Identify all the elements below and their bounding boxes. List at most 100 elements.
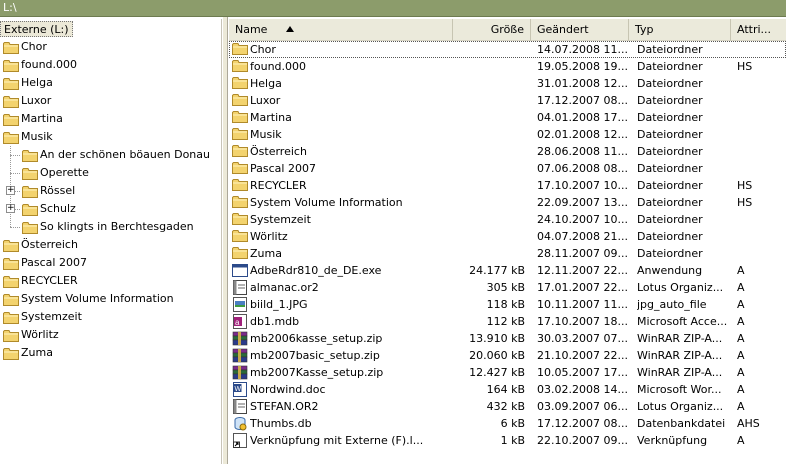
pane-splitter[interactable] [222, 17, 228, 464]
tree-item-found-000[interactable]: found.000 [0, 56, 221, 74]
file-attributes: A [737, 332, 745, 345]
file-row[interactable]: Chor 14.07.2008 11... Dateiordner [229, 41, 786, 58]
file-row[interactable]: a db1.mdb 112 kB 17.10.2007 18... Microsoft … [229, 313, 786, 330]
file-attributes: HS [737, 196, 753, 209]
tree-item-pascal-2007[interactable]: Pascal 2007 [0, 254, 221, 272]
folder-icon [232, 109, 248, 126]
folder-tree[interactable]: Externe (L:) Chor found.000 Helga Luxor Mart… [0, 19, 222, 464]
file-attributes: A [737, 281, 745, 294]
tree-item-luxor[interactable]: Luxor [0, 92, 221, 110]
file-modified: 28.11.2007 09... [537, 247, 628, 260]
svg-text:W: W [235, 386, 242, 393]
folder-icon [3, 347, 19, 360]
access-icon: a [232, 313, 248, 330]
column-header-size[interactable]: Größe [453, 19, 531, 41]
folder-icon [3, 113, 19, 126]
column-header-name[interactable]: Name [229, 19, 453, 41]
file-name: Österreich [250, 145, 307, 158]
column-header-attributes[interactable]: Attri... [731, 19, 786, 41]
file-row[interactable]: mb2007basic_setup.zip 20.060 kB 21.10.2007… [229, 347, 786, 364]
file-row[interactable]: Luxor 17.12.2007 08... Dateiordner [229, 92, 786, 109]
tree-item-zuma[interactable]: Zuma [0, 344, 221, 362]
tree-item-an-der-schönen-böauen-donau[interactable]: An der schönen böauen Donau [0, 146, 221, 164]
file-name: db1.mdb [250, 315, 300, 328]
file-name: Pascal 2007 [250, 162, 316, 175]
tree-root-drive[interactable]: Externe (L:) [0, 21, 73, 37]
tree-item-system-volume-information[interactable]: System Volume Information [0, 290, 221, 308]
tree-item-label: found.000 [21, 58, 78, 71]
tree-item-rössel[interactable]: Rössel + [0, 182, 221, 200]
file-row[interactable]: mb2007Kasse_setup.zip 12.427 kB 10.05.2007… [229, 364, 786, 381]
file-modified: 17.10.2007 18... [537, 315, 628, 328]
file-row[interactable]: W Nordwind.doc 164 kB 03.02.2008 14... Micro… [229, 381, 786, 398]
file-attributes: A [737, 349, 745, 362]
file-row[interactable]: System Volume Information 22.09.2007 13..… [229, 194, 786, 211]
column-header-modified-label: Geändert [537, 23, 589, 36]
tree-item-label: Österreich [21, 238, 78, 251]
column-header-modified[interactable]: Geändert [531, 19, 629, 41]
file-modified: 21.10.2007 22... [537, 349, 628, 362]
folder-icon [22, 203, 38, 216]
tree-item-so-klingts-in-berchtesgaden[interactable]: So klingts in Berchtesgaden [0, 218, 221, 236]
folder-icon [232, 126, 248, 143]
tree-item-chor[interactable]: Chor [0, 38, 221, 56]
file-modified: 28.06.2008 11... [537, 145, 628, 158]
file-row[interactable]: Österreich 28.06.2008 11... Dateiordner [229, 143, 786, 160]
file-row[interactable]: Verknüpfung mit Externe (F).l... 1 kB 22.1… [229, 432, 786, 449]
file-modified: 22.09.2007 13... [537, 196, 628, 209]
file-row[interactable]: Wörlitz 04.07.2008 21... Dateiordner [229, 228, 786, 245]
folder-icon [232, 41, 248, 58]
file-row[interactable]: Zuma 28.11.2007 09... Dateiordner [229, 245, 786, 262]
file-row[interactable]: Helga 31.01.2008 12... Dateiordner [229, 75, 786, 92]
file-type: Dateiordner [637, 247, 703, 260]
file-name: found.000 [250, 60, 307, 73]
file-row[interactable]: Musik 02.01.2008 12... Dateiordner [229, 126, 786, 143]
file-attributes: A [737, 400, 745, 413]
file-name: Chor [250, 43, 276, 56]
file-row[interactable]: STEFAN.OR2 432 kB 03.09.2007 06... Lotus Or… [229, 398, 786, 415]
tree-item-operette[interactable]: Operette [0, 164, 221, 182]
file-row[interactable]: RECYCLER 17.10.2007 10... Dateiordner HS [229, 177, 786, 194]
tree-item-wörlitz[interactable]: Wörlitz [0, 326, 221, 344]
file-name: mb2007Kasse_setup.zip [250, 366, 384, 379]
tree-item-helga[interactable]: Helga [0, 74, 221, 92]
file-row[interactable]: Systemzeit 24.10.2007 10... Dateiordner [229, 211, 786, 228]
file-name: System Volume Information [250, 196, 403, 209]
tree-item-musik[interactable]: Musik [0, 128, 221, 146]
expand-plus-icon[interactable]: + [6, 204, 15, 213]
file-size [429, 245, 525, 262]
file-attributes [737, 245, 782, 262]
folder-icon [3, 59, 19, 72]
file-modified: 17.12.2007 08... [537, 417, 628, 430]
tree-branch-line [10, 227, 20, 228]
file-row[interactable]: found.000 19.05.2008 19... Dateiordner HS [229, 58, 786, 75]
file-size [429, 143, 525, 160]
file-row[interactable]: mb2006kasse_setup.zip 13.910 kB 30.03.2007… [229, 330, 786, 347]
folder-icon [232, 177, 248, 194]
file-row[interactable]: AdbeRdr810_de_DE.exe 24.177 kB 12.11.2007 … [229, 262, 786, 279]
file-row[interactable]: Thumbs.db 6 kB 17.12.2007 08... Datenbankda… [229, 415, 786, 432]
tree-item-österreich[interactable]: Österreich [0, 236, 221, 254]
file-type: Verknüpfung [637, 434, 708, 447]
column-header-type[interactable]: Typ [629, 19, 731, 41]
file-size: 164 kB [486, 383, 525, 396]
tree-item-systemzeit[interactable]: Systemzeit [0, 308, 221, 326]
tree-item-recycler[interactable]: RECYCLER [0, 272, 221, 290]
db-icon [232, 415, 248, 432]
file-modified: 30.03.2007 07... [537, 332, 628, 345]
file-modified: 10.11.2007 11... [537, 298, 628, 311]
file-modified: 02.01.2008 12... [537, 128, 628, 141]
folder-icon [3, 77, 19, 90]
tree-item-schulz[interactable]: Schulz + [0, 200, 221, 218]
file-row[interactable]: almanac.or2 305 kB 17.01.2007 22... Lotus O… [229, 279, 786, 296]
folder-icon [232, 75, 248, 92]
file-name: Zuma [250, 247, 282, 260]
expand-plus-icon[interactable]: + [6, 186, 15, 195]
folder-icon [3, 257, 19, 270]
folder-icon [3, 239, 19, 252]
file-row[interactable]: biild_1.JPG 118 kB 10.11.2007 11... jpg_aut… [229, 296, 786, 313]
tree-item-martina[interactable]: Martina [0, 110, 221, 128]
file-name: Luxor [250, 94, 281, 107]
file-row[interactable]: Pascal 2007 07.06.2008 08... Dateiordner [229, 160, 786, 177]
file-row[interactable]: Martina 04.01.2008 17... Dateiordner [229, 109, 786, 126]
